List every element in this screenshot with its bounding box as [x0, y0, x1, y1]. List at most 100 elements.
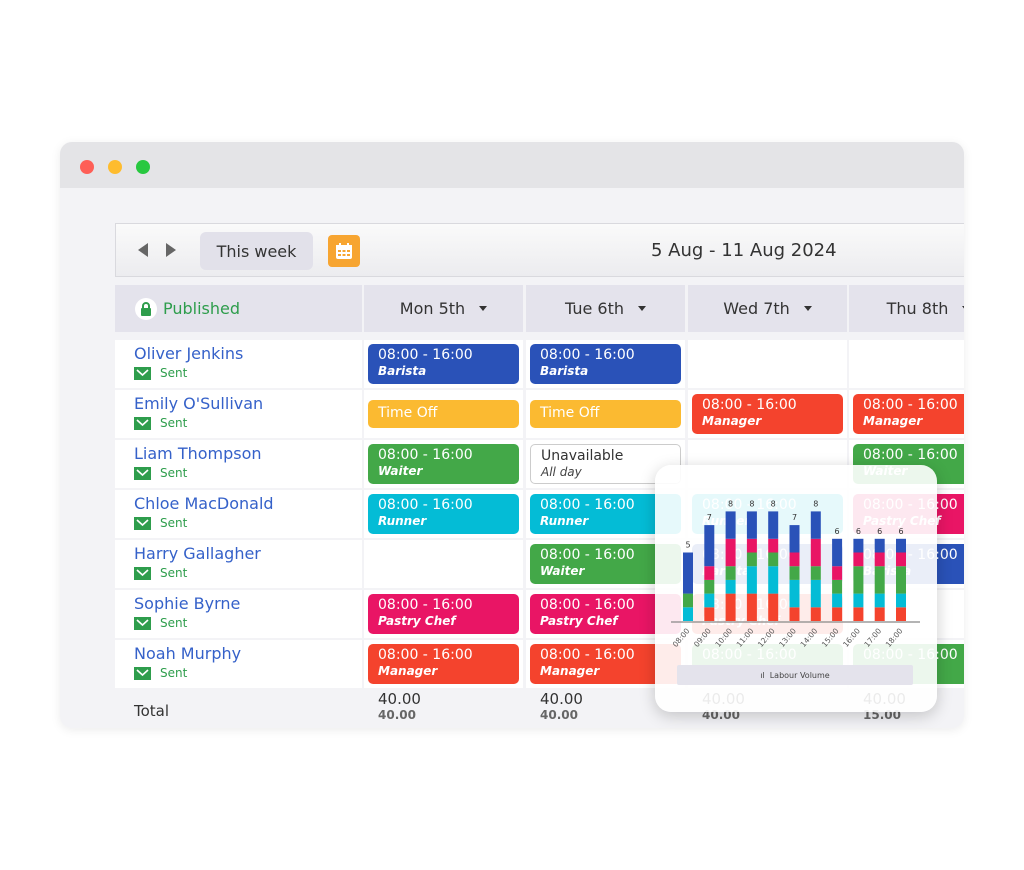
x-tick-label: 09:00: [692, 626, 713, 649]
staff-row-name: Emily O'Sullivan Sent: [115, 390, 362, 438]
day-header[interactable]: Mon 5th: [364, 285, 523, 332]
budget-hours: 40.00: [540, 708, 578, 722]
shift-cell[interactable]: 08:00 - 16:00 Manager: [364, 640, 523, 688]
shift-block[interactable]: 08:00 - 16:00Barista: [530, 344, 681, 384]
bar-total-label: 8: [771, 499, 776, 508]
labour-volume-popup: 5 08:00 7 09:00 8 10:00 8 11:00 8 12:00 7 13:00 8 14:…: [655, 465, 937, 712]
shift-cell[interactable]: Time Off: [364, 390, 523, 438]
staff-name[interactable]: Sophie Byrne: [134, 594, 362, 613]
staff-name[interactable]: Noah Murphy: [134, 644, 362, 663]
day-header[interactable]: Wed 7th: [688, 285, 847, 332]
shift-time: 08:00 - 16:00: [702, 397, 797, 413]
day-header[interactable]: Thu 8th: [849, 285, 964, 332]
shift-block[interactable]: Time Off: [368, 400, 519, 428]
bar-segment: [874, 566, 885, 594]
staff-name[interactable]: Chloe MacDonald: [134, 494, 362, 513]
shift-block[interactable]: 08:00 - 16:00Pastry Chef: [368, 594, 519, 634]
sent-status: Sent: [134, 416, 362, 430]
caret-down-icon: [803, 306, 812, 311]
bar-total-label: 8: [728, 499, 733, 508]
bar-segment: [725, 593, 736, 621]
shift-role: All day: [541, 465, 582, 479]
shift-cell[interactable]: 08:00 - 16:00Runner: [364, 490, 523, 538]
x-tick-label: 17:00: [862, 626, 883, 649]
lock-icon: [135, 297, 157, 320]
envelope-icon: [134, 516, 151, 530]
shift-time: 08:00 - 16:00: [378, 597, 473, 613]
shift-role: Manager: [540, 664, 600, 678]
shift-role: Waiter: [378, 464, 423, 478]
calendar-button[interactable]: [328, 235, 360, 267]
shift-role: Manager: [863, 414, 923, 428]
bar-segment: [789, 566, 800, 580]
sent-status: Sent: [134, 566, 362, 580]
bar-segment: [683, 607, 693, 621]
envelope-icon: [134, 366, 151, 380]
bar-total-label: 6: [835, 527, 840, 536]
bar-segment: [789, 607, 800, 621]
sent-label: Sent: [160, 516, 188, 530]
labour-volume-button[interactable]: ıl Labour Volume: [677, 665, 913, 685]
bar-segment: [683, 593, 693, 608]
bar-segment: [725, 566, 736, 580]
bar-segment: [853, 607, 864, 621]
shift-cell[interactable]: 08:00 - 16:00Waiter: [364, 440, 523, 488]
shift-cell[interactable]: 08:00 - 16:00Barista: [526, 340, 685, 388]
bar-segment: [874, 552, 885, 567]
day-label: Thu 8th: [886, 299, 949, 318]
sent-label: Sent: [160, 366, 188, 380]
shift-time: 08:00 - 16:00: [540, 497, 635, 513]
bar-segment: [683, 552, 693, 594]
x-tick-label: 14:00: [799, 626, 820, 649]
shift-block[interactable]: 08:00 - 16:00Barista: [368, 344, 519, 384]
minimize-window-button[interactable]: [108, 160, 122, 174]
day-header[interactable]: Tue 6th: [526, 285, 685, 332]
bar-segment: [896, 552, 906, 567]
staff-name[interactable]: Emily O'Sullivan: [134, 394, 362, 413]
x-tick-label: 16:00: [841, 626, 862, 649]
bar-segment: [853, 566, 864, 594]
shift-cell[interactable]: [364, 540, 523, 588]
prev-week-icon[interactable]: [138, 243, 148, 257]
shift-cell[interactable]: 08:00 - 16:00 Manager: [849, 390, 964, 438]
caret-down-icon: [479, 306, 488, 311]
bar-segment: [789, 552, 800, 567]
x-tick-label: 18:00: [884, 626, 905, 649]
shift-cell[interactable]: 08:00 - 16:00 Manager: [688, 390, 847, 438]
bar-segment: [810, 538, 821, 567]
shift-cell[interactable]: 08:00 - 16:00Pastry Chef: [364, 590, 523, 638]
shift-block[interactable]: 08:00 - 16:00Runner: [368, 494, 519, 534]
shift-cell[interactable]: 08:00 - 16:00Barista: [364, 340, 523, 388]
shift-time: 08:00 - 16:00: [540, 597, 635, 613]
shift-block[interactable]: Time Off: [530, 400, 681, 428]
bar-segment: [853, 538, 864, 553]
bar-segment: [874, 607, 885, 621]
staff-name[interactable]: Liam Thompson: [134, 444, 362, 463]
shift-cell[interactable]: Time Off: [526, 390, 685, 438]
shift-block[interactable]: 08:00 - 16:00 Manager: [368, 644, 519, 684]
staff-row-name: Liam Thompson Sent: [115, 440, 362, 488]
bar-segment: [768, 593, 779, 621]
shift-block[interactable]: 08:00 - 16:00Waiter: [368, 444, 519, 484]
next-week-icon[interactable]: [166, 243, 176, 257]
bar-segment: [896, 607, 906, 621]
shift-time: 08:00 - 16:00: [540, 647, 635, 663]
shift-cell[interactable]: [688, 340, 847, 388]
staff-name[interactable]: Harry Gallagher: [134, 544, 362, 563]
this-week-button[interactable]: This week: [200, 232, 313, 270]
close-window-button[interactable]: [80, 160, 94, 174]
shift-time: Unavailable: [541, 448, 624, 464]
shift-block[interactable]: 08:00 - 16:00 Manager: [853, 394, 964, 434]
calendar-icon: [336, 243, 352, 259]
shift-time: 08:00 - 16:00: [863, 447, 958, 463]
shift-cell[interactable]: [849, 340, 964, 388]
bar-segment: [746, 566, 757, 594]
published-status[interactable]: Published: [115, 285, 362, 332]
bar-segment: [810, 566, 821, 580]
shift-block[interactable]: 08:00 - 16:00 Manager: [692, 394, 843, 434]
staff-name[interactable]: Oliver Jenkins: [134, 344, 362, 363]
status-label: Published: [163, 299, 241, 318]
bar-segment: [725, 511, 736, 539]
shift-role: Runner: [378, 514, 427, 528]
maximize-window-button[interactable]: [136, 160, 150, 174]
